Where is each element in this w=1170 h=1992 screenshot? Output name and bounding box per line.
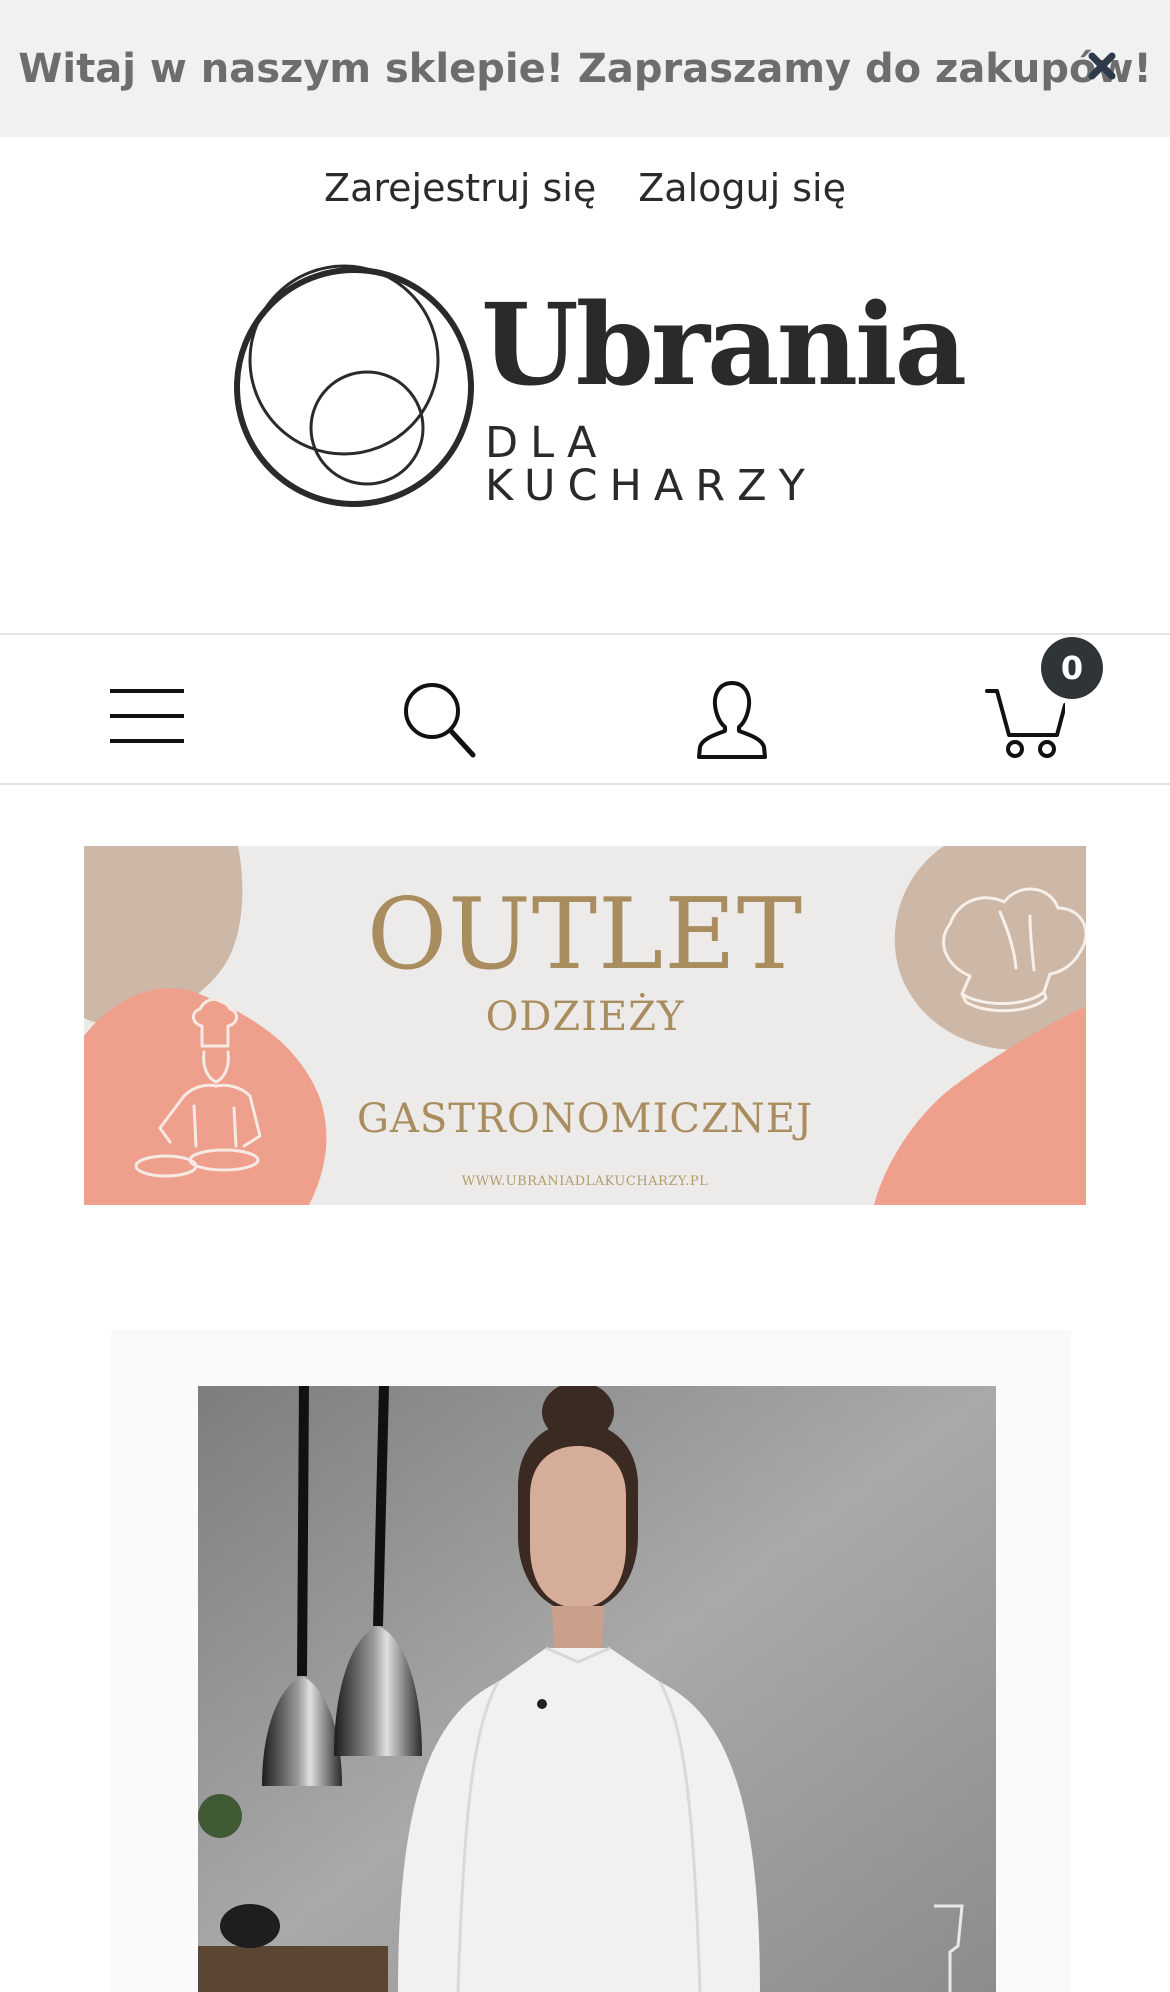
- announcement-text: Witaj w naszym sklepie! Zapraszamy do za…: [18, 45, 1152, 92]
- logo-circles-icon: [234, 264, 474, 507]
- logo-wordmark: Ubrania: [481, 280, 967, 411]
- mobile-nav-bar: [0, 633, 1170, 785]
- cart-icon[interactable]: [985, 683, 1065, 761]
- product-card[interactable]: [111, 1330, 1071, 1992]
- banner-subtitle-line1: ODZIEŻY: [485, 994, 685, 1040]
- cart-count-badge: 0: [1041, 637, 1103, 699]
- logo-tagline: DLA KUCHARZY: [485, 418, 817, 511]
- site-logo[interactable]: Ubrania DLA KUCHARZY: [233, 262, 967, 512]
- hamburger-icon[interactable]: [110, 689, 184, 743]
- register-link[interactable]: Zarejestruj się: [324, 166, 596, 210]
- product-photo-icon: [198, 1386, 996, 1992]
- banner-url: WWW.UBRANIADLAKUCHARZY.PL: [461, 1174, 709, 1189]
- outlet-banner[interactable]: OUTLET ODZIEŻY GASTRONOMICZNEJ WWW.UBRAN…: [84, 846, 1086, 1205]
- banner-subtitle-line2: GASTRONOMICZNEJ: [356, 1096, 813, 1142]
- banner-title: OUTLET: [366, 878, 804, 992]
- login-link[interactable]: Zaloguj się: [638, 166, 846, 210]
- user-icon[interactable]: [696, 679, 768, 761]
- announcement-bar: Witaj w naszym sklepie! Zapraszamy do za…: [0, 0, 1170, 137]
- search-icon[interactable]: [402, 681, 476, 759]
- account-links: Zarejestruj się Zaloguj się: [0, 166, 1170, 210]
- close-icon[interactable]: [1082, 46, 1122, 86]
- product-image[interactable]: [198, 1386, 996, 1992]
